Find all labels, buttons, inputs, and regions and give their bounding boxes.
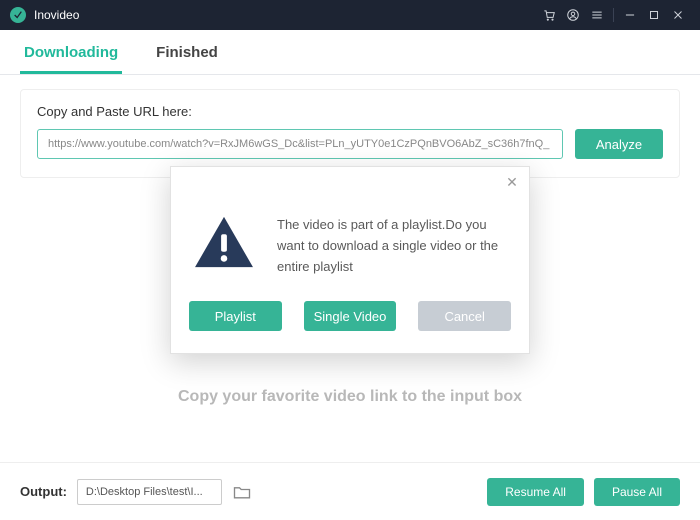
url-label: Copy and Paste URL here:	[37, 104, 663, 119]
dialog-close-icon[interactable]: ✕	[503, 173, 521, 191]
pause-all-button[interactable]: Pause All	[594, 478, 680, 506]
title-bar: Inovideo	[0, 0, 700, 30]
maximize-icon[interactable]	[642, 3, 666, 27]
footer: Output: D:\Desktop Files\test\I... Resum…	[0, 462, 700, 520]
playlist-button[interactable]: Playlist	[189, 301, 282, 331]
single-video-button[interactable]: Single Video	[304, 301, 397, 331]
modal-overlay: ✕ The video is part of a playlist.Do you…	[0, 0, 700, 520]
tab-finished[interactable]: Finished	[152, 36, 222, 74]
output-label: Output:	[20, 484, 67, 499]
dialog-message: The video is part of a playlist.Do you w…	[277, 215, 507, 277]
tab-bar: Downloading Finished	[0, 30, 700, 75]
user-icon[interactable]	[561, 3, 585, 27]
tab-downloading[interactable]: Downloading	[20, 36, 122, 74]
menu-icon[interactable]	[585, 3, 609, 27]
close-icon[interactable]	[666, 3, 690, 27]
playlist-dialog: ✕ The video is part of a playlist.Do you…	[170, 166, 530, 354]
warning-icon	[193, 215, 255, 277]
cancel-button[interactable]: Cancel	[418, 301, 511, 331]
output-path[interactable]: D:\Desktop Files\test\I...	[77, 479, 222, 505]
analyze-button[interactable]: Analyze	[575, 129, 663, 159]
app-logo-icon	[10, 7, 26, 23]
folder-icon[interactable]	[232, 482, 252, 502]
minimize-icon[interactable]	[618, 3, 642, 27]
resume-all-button[interactable]: Resume All	[487, 478, 584, 506]
titlebar-divider	[613, 8, 614, 22]
url-card: Copy and Paste URL here: Analyze	[20, 89, 680, 178]
app-title: Inovideo	[34, 8, 79, 22]
url-input[interactable]	[37, 129, 563, 159]
cart-icon[interactable]	[537, 3, 561, 27]
empty-hint: Copy your favorite video link to the inp…	[0, 388, 700, 406]
